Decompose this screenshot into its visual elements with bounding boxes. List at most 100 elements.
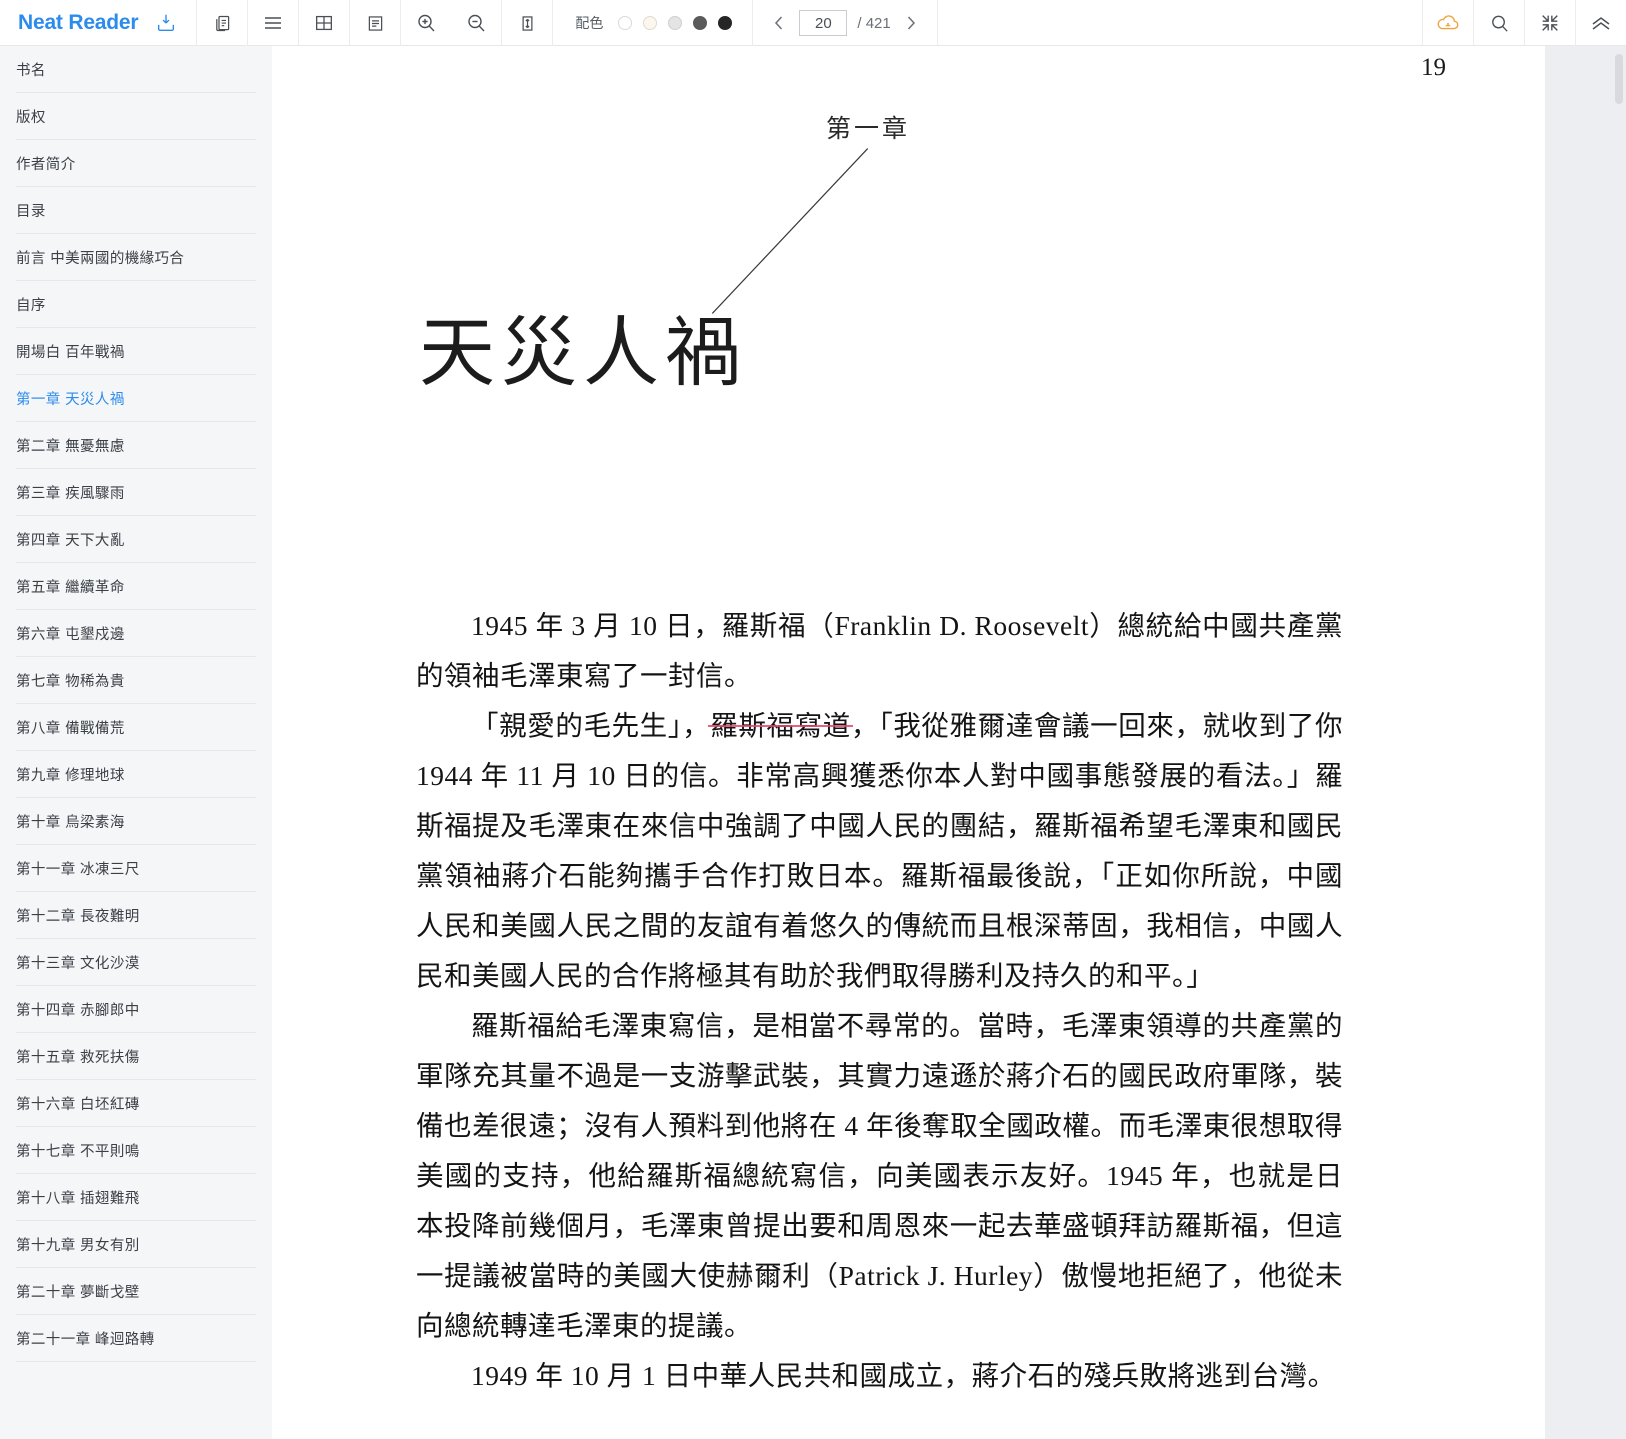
toolbar-search-group	[1474, 0, 1524, 46]
toc-item[interactable]: 開場白 百年戰禍	[16, 328, 256, 375]
table-of-contents-sidebar[interactable]: 书名版权作者简介目录前言 中美兩國的機緣巧合自序開場白 百年戰禍第一章 天災人禍…	[0, 46, 272, 1439]
cloud-sync-icon[interactable]	[1423, 0, 1473, 46]
toc-item-label: 第十二章 長夜難明	[16, 908, 140, 925]
compress-icon[interactable]	[1525, 0, 1575, 46]
app-brand: Neat Reader	[0, 0, 196, 46]
toolbar-layout-group	[248, 0, 298, 46]
fit-height-icon[interactable]	[502, 0, 552, 46]
chevron-double-up-icon[interactable]	[1576, 0, 1626, 46]
toc-item-label: 第二十一章 峰迴路轉	[16, 1331, 155, 1348]
toc-item-label: 第十章 烏梁素海	[16, 814, 125, 831]
page-number-input[interactable]	[799, 10, 848, 36]
toc-item-label: 作者简介	[16, 156, 76, 173]
top-toolbar: Neat Reader 配色 20 / 421	[0, 0, 1626, 46]
toc-item[interactable]: 第十三章 文化沙漠	[16, 939, 256, 986]
toolbar-collapse-group	[1576, 0, 1626, 46]
toc-item[interactable]: 第七章 物稀為貴	[16, 657, 256, 704]
toc-item[interactable]: 第九章 修理地球	[16, 751, 256, 798]
toc-item[interactable]: 第十章 烏梁素海	[16, 798, 256, 845]
zoom-out-icon[interactable]	[451, 0, 501, 46]
list-menu-icon[interactable]	[248, 0, 298, 46]
toc-item-label: 第十一章 冰凍三尺	[16, 861, 140, 878]
single-page-icon[interactable]	[350, 0, 400, 46]
reader-scrollbar-thumb[interactable]	[1615, 54, 1623, 104]
toc-item[interactable]: 第十八章 插翅難飛	[16, 1174, 256, 1221]
toc-item[interactable]: 第八章 備戰備荒	[16, 704, 256, 751]
toc-item-label: 版权	[16, 109, 46, 126]
zoom-in-icon[interactable]	[401, 0, 451, 46]
toolbar-view-group	[197, 0, 247, 46]
body-paragraph: 1949 年 10 月 1 日中華人民共和國成立，蔣介石的殘兵敗將逃到台灣。	[471, 1360, 1336, 1391]
toolbar-zoom-group	[401, 0, 501, 46]
toc-item[interactable]: 第六章 屯墾戍邊	[16, 610, 256, 657]
toc-item[interactable]: 第一章 天災人禍	[16, 375, 256, 422]
toolbar-fit-group	[502, 0, 552, 46]
toc-item[interactable]: 目录	[16, 187, 256, 234]
toc-item[interactable]: 版权	[16, 93, 256, 140]
book-page: 19 第一章 天災人禍 1945 年 3 月 10 日，羅斯福（Franklin…	[286, 46, 1545, 1439]
toc-item[interactable]: 第十七章 不平則鳴	[16, 1127, 256, 1174]
toc-item[interactable]: 第五章 繼續革命	[16, 563, 256, 610]
sidebar-scrollbar-track[interactable]	[274, 46, 557, 1439]
toc-item-label: 前言 中美兩國的機緣巧合	[16, 250, 185, 267]
toolbar-grid-group	[299, 0, 349, 46]
toc-item-label: 第十四章 赤腳郎中	[16, 1002, 140, 1019]
search-icon[interactable]	[1474, 0, 1524, 46]
app-title: Neat Reader	[18, 11, 139, 34]
toc-item[interactable]: 前言 中美兩國的機緣巧合	[16, 234, 256, 281]
toc-item-label: 第十五章 救死扶傷	[16, 1049, 140, 1066]
toc-item-label: 第六章 屯墾戍邊	[16, 626, 125, 643]
theme-swatch-white[interactable]	[618, 16, 633, 30]
theme-swatch-dark[interactable]	[693, 16, 708, 30]
toc-item[interactable]: 第十九章 男女有別	[16, 1221, 256, 1268]
prev-page-button[interactable]	[769, 10, 789, 36]
theme-swatch-gray[interactable]	[668, 16, 683, 30]
toc-item-label: 第十九章 男女有別	[16, 1237, 140, 1254]
toc-item[interactable]: 第十四章 赤腳郎中	[16, 986, 256, 1033]
total-pages-label: / 421	[857, 14, 891, 32]
next-page-button[interactable]	[901, 10, 921, 36]
toc-item-label: 第四章 天下大亂	[16, 532, 125, 549]
toc-item[interactable]: 第三章 疾風驟雨	[16, 469, 256, 516]
toolbar-page-mode-group	[350, 0, 400, 46]
toolbar-compress-group	[1525, 0, 1575, 46]
download-book-icon[interactable]	[150, 0, 182, 46]
toc-item-label: 開場白 百年戰禍	[16, 344, 125, 361]
copy-icon[interactable]	[197, 0, 247, 46]
chapter-number-label: 第一章	[826, 116, 911, 143]
toc-item-label: 第三章 疾風驟雨	[16, 485, 125, 502]
toolbar-right-group	[1423, 0, 1473, 46]
toc-item[interactable]: 第二十一章 峰迴路轉	[16, 1315, 256, 1362]
toc-item[interactable]: 第十五章 救死扶傷	[16, 1033, 256, 1080]
toc-item[interactable]: 第十二章 長夜難明	[16, 892, 256, 939]
toc-item-label: 第十八章 插翅難飛	[16, 1190, 140, 1207]
toc-item[interactable]: 第十六章 白坯紅磚	[16, 1080, 256, 1127]
page-body-text: 1945 年 3 月 10 日，羅斯福（Franklin D. Roosevel…	[416, 601, 1343, 1401]
toc-item-label: 书名	[16, 62, 46, 79]
toc-item-label: 第五章 繼續革命	[16, 579, 125, 596]
color-theme-label: 配色	[575, 15, 604, 31]
toc-item[interactable]: 第二十章 夢斷戈壁	[16, 1268, 256, 1315]
toc-item-label: 第十六章 白坯紅磚	[16, 1096, 140, 1113]
grid-layout-icon[interactable]	[299, 0, 349, 46]
toc-item-label: 第八章 備戰備荒	[16, 720, 125, 737]
color-theme-selector: 配色	[553, 0, 752, 46]
theme-swatch-cream[interactable]	[643, 16, 658, 30]
toc-item-label: 第二十章 夢斷戈壁	[16, 1284, 140, 1301]
toc-item[interactable]: 第二章 無憂無慮	[16, 422, 256, 469]
toc-item-label: 第十七章 不平則鳴	[16, 1143, 140, 1160]
theme-swatch-black[interactable]	[718, 16, 733, 30]
toc-item-label: 第七章 物稀為貴	[16, 673, 125, 690]
toc-item-label: 第十三章 文化沙漠	[16, 955, 140, 972]
body-paragraph: 「親愛的毛先生」，羅斯福寫道，「我從雅爾達會議一回來，就收到了你 1944 年 …	[416, 710, 1344, 991]
toc-item[interactable]: 第四章 天下大亂	[16, 516, 256, 563]
toc-item[interactable]: 书名	[16, 46, 256, 93]
page-navigator: / 421	[753, 0, 936, 46]
toc-item[interactable]: 第十一章 冰凍三尺	[16, 845, 256, 892]
toc-item[interactable]: 作者简介	[16, 140, 256, 187]
reader-scrollbar-track[interactable]	[1612, 46, 1626, 1439]
red-underline-annotation[interactable]: 羅斯福寫道	[710, 710, 851, 741]
toc-item-label: 第二章 無憂無慮	[16, 438, 125, 455]
toc-item[interactable]: 自序	[16, 281, 256, 328]
